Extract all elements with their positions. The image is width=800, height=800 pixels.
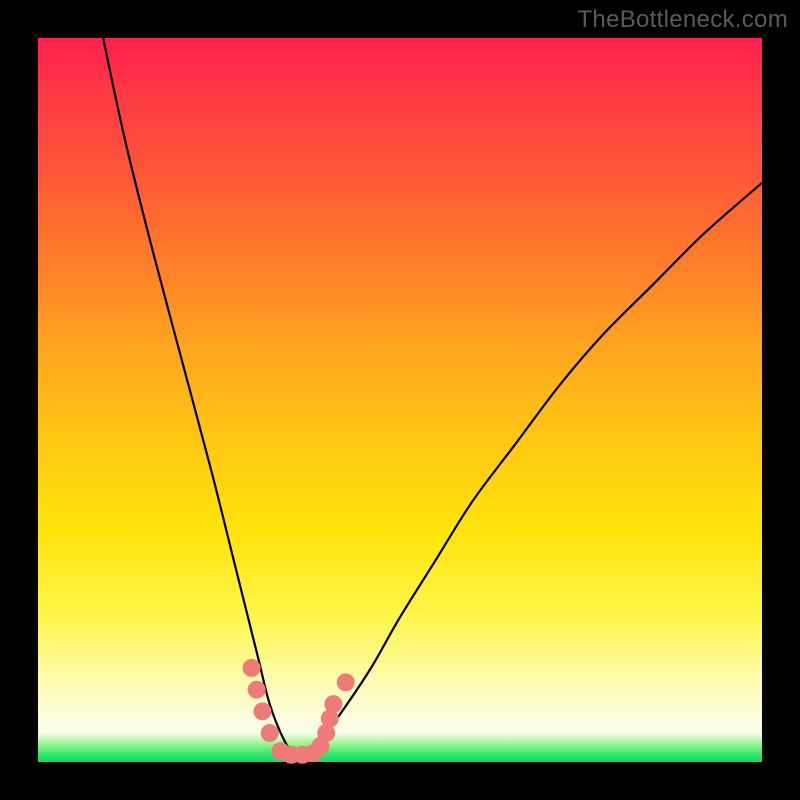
bottleneck-curve [103, 38, 762, 757]
watermark-text: TheBottleneck.com [577, 6, 788, 34]
marker-dot [261, 724, 279, 742]
highlight-markers [243, 659, 355, 764]
marker-dot [248, 681, 266, 699]
marker-dot [243, 659, 261, 677]
chart-container: TheBottleneck.com [0, 0, 800, 800]
marker-dot [337, 673, 355, 691]
marker-dot [253, 702, 271, 720]
marker-dot [324, 695, 342, 713]
plot-area [38, 38, 762, 762]
curve-layer [38, 38, 762, 762]
